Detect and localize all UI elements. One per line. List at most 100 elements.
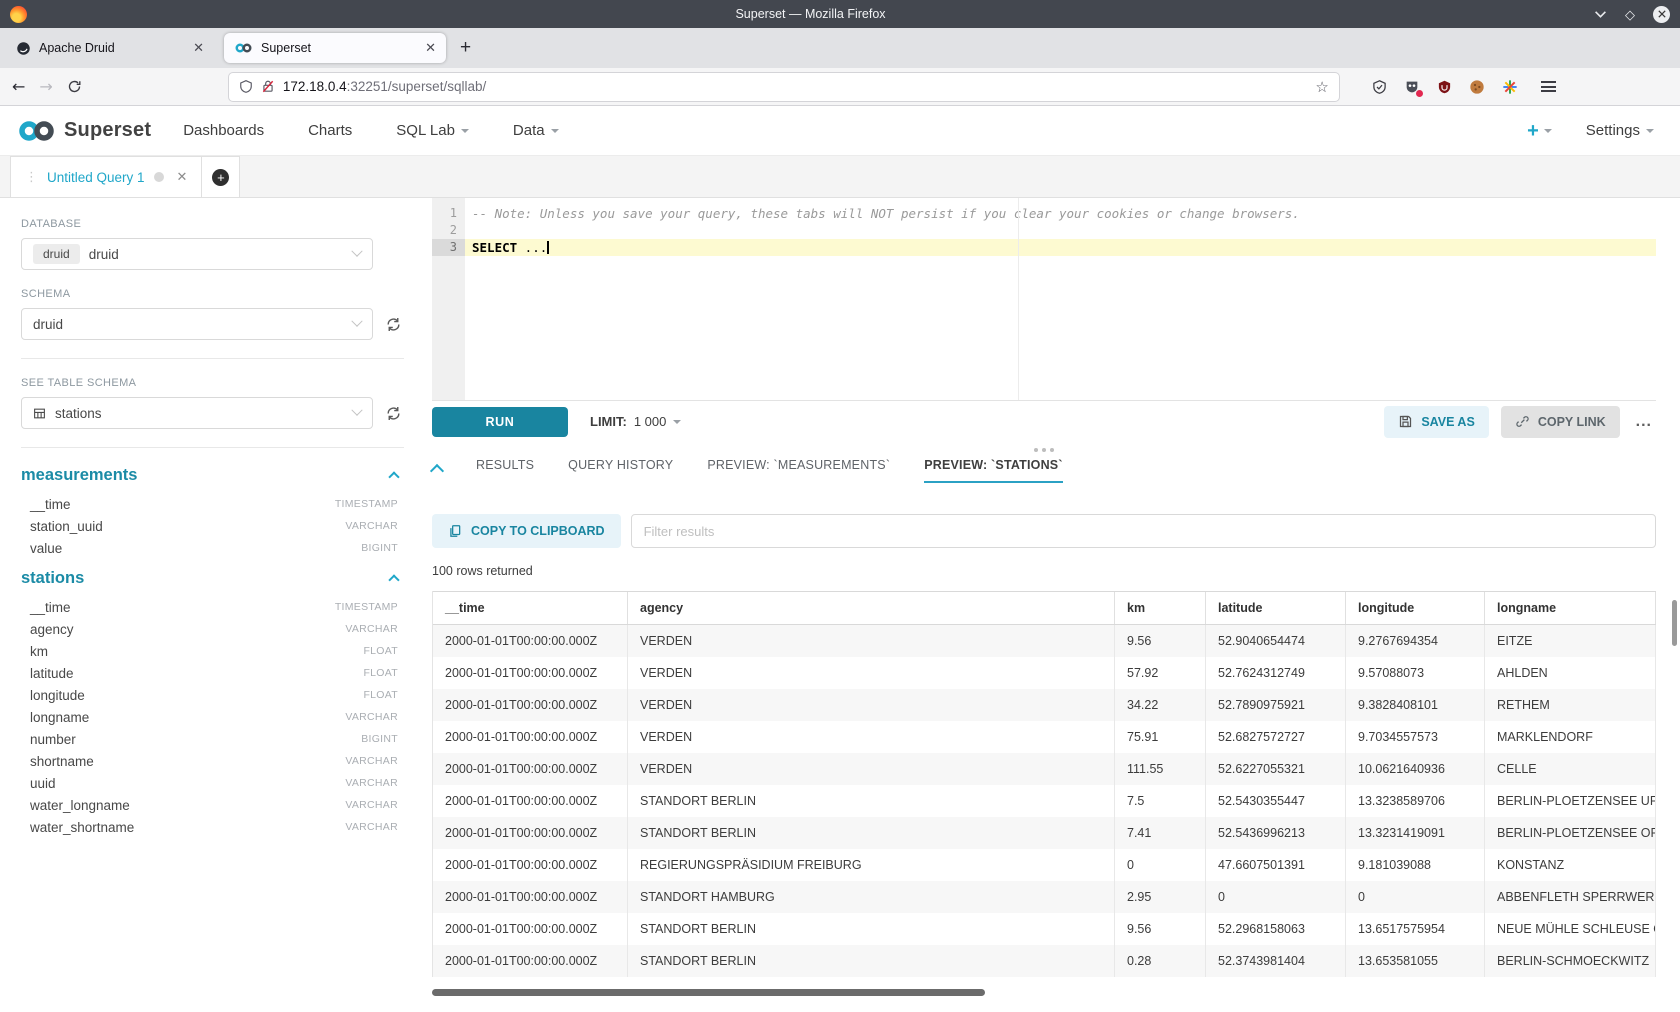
superset-logo[interactable]: Superset: [16, 119, 151, 143]
chevron-up-icon[interactable]: [388, 574, 399, 585]
query-tab-untitled-query-1[interactable]: ⋮ Untitled Query 1 ✕: [10, 156, 202, 197]
sql-editor[interactable]: 1 2 3 -- Note: Unless you save your quer…: [432, 198, 1656, 400]
reload-button[interactable]: [67, 79, 82, 94]
drag-handle-icon[interactable]: ⋮: [25, 169, 38, 185]
menu-hamburger-icon[interactable]: [1541, 81, 1556, 92]
sql-keyword: SELECT: [472, 240, 517, 255]
filter-results-input[interactable]: [631, 514, 1656, 548]
tab-results[interactable]: RESULTS: [476, 458, 534, 483]
tab-preview-measurements[interactable]: PREVIEW: `MEASUREMENTS`: [707, 458, 890, 483]
column-header-longitude[interactable]: longitude: [1346, 592, 1485, 624]
column-header-km[interactable]: km: [1115, 592, 1206, 624]
tab-close-icon[interactable]: ✕: [425, 40, 436, 56]
url-text[interactable]: 172.18.0.4:32251/superset/sqllab/: [283, 79, 1308, 94]
table-row[interactable]: 2000-01-01T00:00:00.000ZVERDEN57.9252.76…: [433, 657, 1656, 689]
table-row[interactable]: 2000-01-01T00:00:00.000ZVERDEN111.5552.6…: [433, 753, 1656, 785]
browser-tab-superset[interactable]: Superset ✕: [224, 33, 446, 63]
lock-insecure-icon[interactable]: [261, 79, 275, 94]
run-button[interactable]: RUN: [432, 407, 568, 437]
shield-icon[interactable]: [239, 79, 253, 94]
tab-preview-stations[interactable]: PREVIEW: `STATIONS`: [924, 458, 1063, 483]
table-cell: STANDORT BERLIN: [628, 785, 1115, 817]
table-cell: 52.2968158063: [1206, 913, 1346, 945]
window-shade-icon[interactable]: [1594, 10, 1607, 19]
table-cell: 13.3231419091: [1346, 817, 1485, 849]
table-row[interactable]: 2000-01-01T00:00:00.000ZVERDEN75.9152.68…: [433, 721, 1656, 753]
sql-active-line: SELECT ...: [465, 239, 1656, 256]
table-row[interactable]: 2000-01-01T00:00:00.000ZSTANDORT BERLIN7…: [433, 817, 1656, 849]
new-item-button[interactable]: +: [1527, 121, 1552, 141]
table-row[interactable]: 2000-01-01T00:00:00.000ZSTANDORT BERLIN9…: [433, 913, 1656, 945]
superset-favicon: [234, 42, 253, 54]
nav-item-dashboards[interactable]: Dashboards: [183, 122, 264, 139]
table-row[interactable]: 2000-01-01T00:00:00.000ZVERDEN9.5652.904…: [433, 625, 1656, 657]
extension-asterisk-icon[interactable]: [1502, 79, 1518, 95]
table-cell: 13.653581055: [1346, 945, 1485, 977]
extension-mask-icon[interactable]: [1404, 79, 1420, 95]
schema-select[interactable]: druid: [21, 308, 373, 340]
tab-close-icon[interactable]: ✕: [193, 40, 204, 56]
table-row[interactable]: 2000-01-01T00:00:00.000ZREGIERUNGSPRÄSID…: [433, 849, 1656, 881]
settings-menu[interactable]: Settings: [1586, 122, 1654, 139]
results-table: __timeagencykmlatitudelongitudelongname …: [432, 591, 1656, 977]
table-cell: 2000-01-01T00:00:00.000Z: [433, 689, 628, 721]
copy-link-button[interactable]: COPY LINK: [1501, 406, 1620, 438]
table-row[interactable]: 2000-01-01T00:00:00.000ZVERDEN34.2252.78…: [433, 689, 1656, 721]
table-cell: 9.7034557573: [1346, 721, 1485, 753]
save-as-button[interactable]: SAVE AS: [1384, 406, 1489, 438]
column-header-longname[interactable]: longname: [1485, 592, 1656, 624]
nav-item-sql-lab[interactable]: SQL Lab: [396, 122, 469, 139]
editor-code-area[interactable]: -- Note: Unless you save your query, the…: [465, 198, 1656, 400]
column-header-latitude[interactable]: latitude: [1206, 592, 1346, 624]
new-tab-button[interactable]: +: [460, 37, 471, 59]
extension-cookie-icon[interactable]: [1469, 79, 1485, 95]
column-name: longname: [30, 710, 89, 725]
extension-ublock-icon[interactable]: [1437, 79, 1452, 95]
database-select[interactable]: druid druid: [21, 238, 373, 270]
column-row: uuidVARCHAR: [21, 772, 404, 794]
tab-query-history[interactable]: QUERY HISTORY: [568, 458, 673, 483]
table-row[interactable]: 2000-01-01T00:00:00.000ZSTANDORT BERLIN0…: [433, 945, 1656, 977]
extension-shield-icon[interactable]: [1372, 79, 1387, 95]
collapse-chevron-up-icon[interactable]: [430, 464, 444, 478]
window-titlebar: Superset — Mozilla Firefox ◇: [0, 0, 1680, 28]
limit-dropdown[interactable]: LIMIT: 1 000: [590, 414, 681, 429]
nav-item-data[interactable]: Data: [513, 122, 559, 139]
table-select[interactable]: stations: [21, 397, 373, 429]
table-row[interactable]: 2000-01-01T00:00:00.000ZSTANDORT HAMBURG…: [433, 881, 1656, 913]
schema-table-header[interactable]: measurements: [21, 466, 404, 485]
browser-tab-apache-druid[interactable]: Apache Druid ✕: [6, 33, 214, 63]
query-tab-title: Untitled Query 1: [47, 170, 145, 185]
horizontal-scrollbar[interactable]: [432, 989, 1656, 996]
new-query-tab-button[interactable]: +: [202, 156, 240, 197]
vertical-scrollbar-thumb[interactable]: [1672, 600, 1677, 646]
more-actions-button[interactable]: ...: [1632, 413, 1656, 431]
copy-to-clipboard-button[interactable]: COPY TO CLIPBOARD: [432, 514, 621, 548]
column-name: water_longname: [30, 798, 130, 813]
floppy-icon: [1398, 414, 1413, 429]
back-button[interactable]: ←: [12, 77, 25, 96]
schema-table-header[interactable]: stations: [21, 569, 404, 588]
refresh-table-icon[interactable]: [385, 405, 402, 422]
refresh-schema-icon[interactable]: [385, 316, 402, 333]
window-maximize-icon[interactable]: ◇: [1625, 8, 1635, 21]
column-header-agency[interactable]: agency: [628, 592, 1115, 624]
url-bar[interactable]: 172.18.0.4:32251/superset/sqllab/ ☆: [228, 72, 1340, 102]
chevron-down-icon: [673, 420, 681, 424]
nav-item-charts[interactable]: Charts: [308, 122, 352, 139]
table-row[interactable]: 2000-01-01T00:00:00.000ZSTANDORT BERLIN7…: [433, 785, 1656, 817]
editor-toolbar: RUN LIMIT: 1 000 SAVE AS COPY LINK ...: [432, 400, 1656, 442]
table-cell: BERLIN-SCHMOECKWITZ: [1485, 945, 1656, 977]
see-table-schema-label: SEE TABLE SCHEMA: [21, 377, 404, 389]
table-cell: 9.181039088: [1346, 849, 1485, 881]
superset-infinity-icon: [16, 119, 58, 143]
column-header-time[interactable]: __time: [433, 592, 628, 624]
scrollbar-thumb[interactable]: [432, 989, 985, 996]
pane-splitter[interactable]: [432, 442, 1656, 458]
window-close-icon[interactable]: [1653, 6, 1670, 23]
table-cell: 2000-01-01T00:00:00.000Z: [433, 849, 628, 881]
chevron-up-icon[interactable]: [388, 471, 399, 482]
settings-label: Settings: [1586, 122, 1640, 139]
bookmark-star-icon[interactable]: ☆: [1315, 78, 1328, 96]
query-tab-close-icon[interactable]: ✕: [177, 169, 188, 185]
